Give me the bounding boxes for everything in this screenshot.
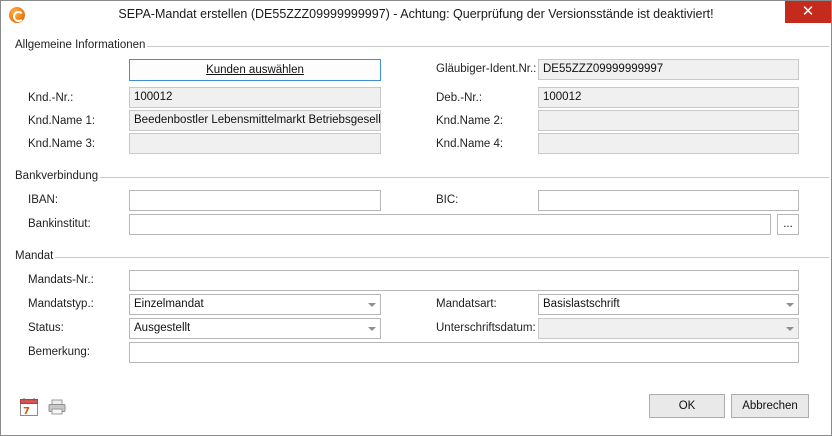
- mandatsnr-input[interactable]: [129, 270, 799, 291]
- group-label-mandat: Mandat: [15, 250, 56, 262]
- mandatsart-select[interactable]: Basislastschrift: [538, 294, 799, 315]
- iban-label: IBAN:: [28, 194, 59, 206]
- group-label-allgemein: Allgemeine Informationen: [15, 39, 148, 51]
- ok-button[interactable]: OK: [649, 394, 725, 418]
- kunden-auswaehlen-label: Kunden auswählen: [206, 64, 304, 76]
- mandatstyp-select[interactable]: Einzelmandat: [129, 294, 381, 315]
- debnr-field: 100012: [538, 87, 799, 108]
- kndnr-label: Knd.-Nr.:: [28, 92, 74, 104]
- mandatsart-label: Mandatsart:: [436, 298, 497, 310]
- bankinstitut-input[interactable]: [129, 214, 771, 235]
- kndname1-label: Knd.Name 1:: [28, 115, 96, 127]
- kndname3-field: [129, 133, 381, 154]
- glaeubiger-label: Gläubiger-Ident.Nr.:: [436, 63, 537, 75]
- iban-input[interactable]: [129, 190, 381, 211]
- mandatstyp-value: Einzelmandat: [134, 298, 204, 310]
- dialog-window: SEPA-Mandat erstellen (DE55ZZZ0999999999…: [0, 0, 832, 436]
- group-divider: [15, 257, 829, 258]
- debnr-label: Deb.-Nr.:: [436, 92, 483, 104]
- ellipsis-icon: ...: [783, 218, 793, 230]
- bank-browse-button[interactable]: ...: [777, 214, 799, 235]
- status-label: Status:: [28, 322, 64, 334]
- mandatstyp-label: Mandatstyp.:: [28, 298, 94, 310]
- calendar-day-text: 7: [23, 406, 30, 417]
- kndnr-field: 100012: [129, 87, 381, 108]
- chevron-down-icon: [368, 327, 376, 331]
- kndname4-field: [538, 133, 799, 154]
- kunden-auswaehlen-button[interactable]: Kunden auswählen: [129, 59, 381, 81]
- unterschriftsdatum-label: Unterschriftsdatum:: [436, 322, 536, 334]
- cancel-button[interactable]: Abbrechen: [731, 394, 809, 418]
- close-icon: ✕: [801, 2, 815, 20]
- chevron-down-icon: [786, 327, 794, 331]
- kndname3-label: Knd.Name 3:: [28, 138, 96, 150]
- chevron-down-icon: [368, 303, 376, 307]
- status-value: Ausgestellt: [134, 322, 191, 334]
- mandatsnr-label: Mandats-Nr.:: [28, 274, 94, 286]
- bic-label: BIC:: [436, 194, 459, 206]
- group-divider: [15, 177, 829, 178]
- ok-label: OK: [678, 400, 696, 412]
- bemerkung-input[interactable]: [129, 342, 799, 363]
- window-title: SEPA-Mandat erstellen (DE55ZZZ0999999999…: [118, 7, 714, 21]
- group-label-bank: Bankverbindung: [15, 170, 101, 182]
- calendar-icon[interactable]: 7: [19, 397, 39, 417]
- kndname2-label: Knd.Name 2:: [436, 115, 504, 127]
- mandatsart-value: Basislastschrift: [543, 298, 620, 310]
- cancel-label: Abbrechen: [742, 400, 798, 412]
- kndname1-field: Beedenbostler Lebensmittelmarkt Betriebs…: [129, 110, 381, 131]
- kndname4-label: Knd.Name 4:: [436, 138, 504, 150]
- status-select[interactable]: Ausgestellt: [129, 318, 381, 339]
- chevron-down-icon: [786, 303, 794, 307]
- print-icon[interactable]: [47, 397, 67, 417]
- bankinstitut-label: Bankinstitut:: [28, 218, 91, 230]
- unterschriftsdatum-picker[interactable]: [538, 318, 799, 339]
- close-button[interactable]: ✕: [785, 1, 831, 23]
- title-bar: SEPA-Mandat erstellen (DE55ZZZ0999999999…: [1, 1, 831, 29]
- kndname2-field: [538, 110, 799, 131]
- bemerkung-label: Bemerkung:: [28, 346, 91, 358]
- glaeubiger-field: DE55ZZZ09999999997: [538, 59, 799, 80]
- bic-input[interactable]: [538, 190, 799, 211]
